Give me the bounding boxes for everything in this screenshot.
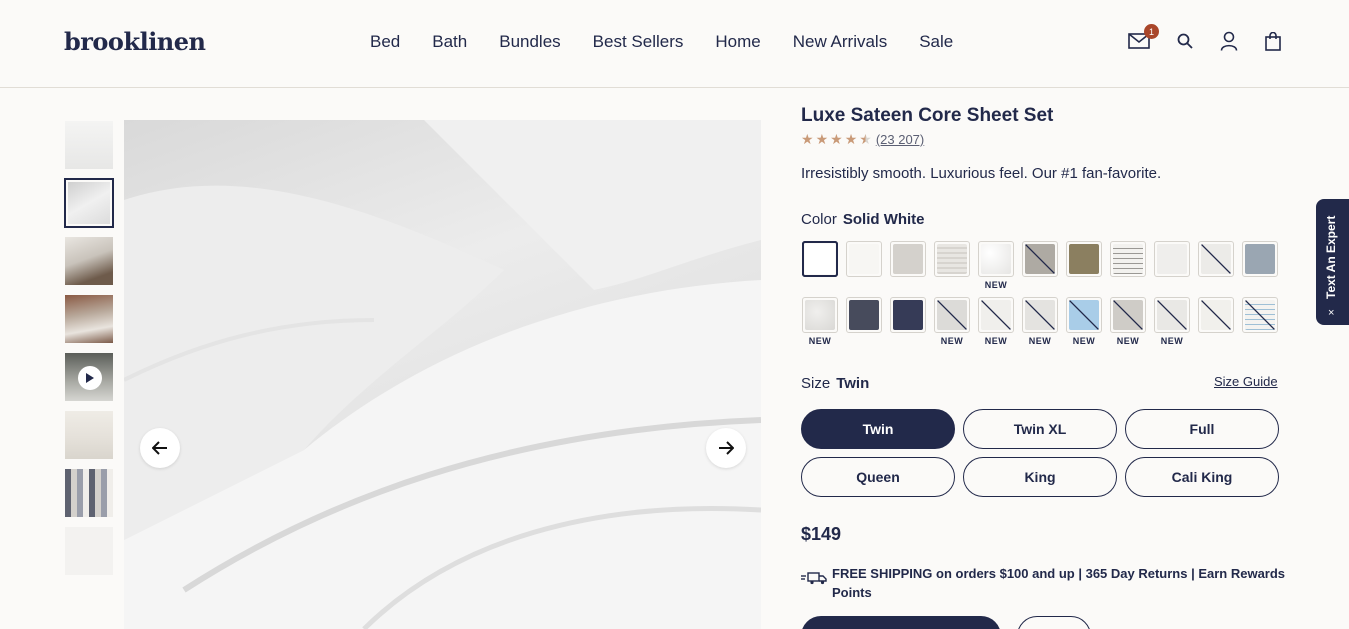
swatch[interactable] <box>934 297 970 333</box>
nav-bath[interactable]: Bath <box>432 32 467 52</box>
search-icon[interactable] <box>1175 30 1195 52</box>
new-tag: NEW <box>984 280 1008 290</box>
main-nav: Bed Bath Bundles Best Sellers Home New A… <box>370 32 953 52</box>
new-tag: NEW <box>1028 336 1052 346</box>
product-tagline: Irresistibly smooth. Luxurious feel. Our… <box>801 165 1162 182</box>
size-selection-label: Size Twin <box>801 375 869 392</box>
nav-bundles[interactable]: Bundles <box>499 32 560 52</box>
review-count-link[interactable]: (23 207) <box>876 132 924 147</box>
swatch[interactable] <box>978 241 1014 277</box>
nav-sale[interactable]: Sale <box>919 32 953 52</box>
size-twin-button[interactable]: Twin <box>801 409 955 449</box>
product-main-image[interactable] <box>124 120 761 629</box>
new-tag: NEW <box>1160 336 1184 346</box>
swatch-solid-white[interactable] <box>802 241 838 277</box>
thumbnail[interactable] <box>64 120 114 170</box>
size-twin-xl-button[interactable]: Twin XL <box>963 409 1117 449</box>
site-header: brooklinen Bed Bath Bundles Best Sellers… <box>0 0 1349 88</box>
wishlist-button[interactable] <box>1017 616 1091 629</box>
swatch[interactable] <box>802 297 838 333</box>
swatch[interactable] <box>1066 241 1102 277</box>
thumbnail-video[interactable] <box>64 352 114 402</box>
swatch[interactable] <box>1242 241 1278 277</box>
account-icon[interactable] <box>1219 30 1239 52</box>
text-an-expert-label: Text An Expert <box>1324 215 1338 299</box>
close-icon[interactable]: × <box>1328 307 1334 319</box>
size-label: Size <box>801 375 831 392</box>
new-tag: NEW <box>1116 336 1140 346</box>
swatch[interactable] <box>890 297 926 333</box>
sheet-photo <box>124 120 761 629</box>
color-label: Color <box>801 211 837 228</box>
nav-home[interactable]: Home <box>715 32 760 52</box>
swatch[interactable] <box>1110 297 1146 333</box>
product-rating[interactable]: ★ ★ ★ ★ ★ (23 207) <box>801 131 924 147</box>
new-tag: NEW <box>984 336 1008 346</box>
swatch[interactable] <box>846 241 882 277</box>
color-selection-label: Color Solid White <box>801 211 925 228</box>
play-icon <box>78 366 102 390</box>
header-icons: 1 <box>1127 24 1283 52</box>
thumbnail[interactable] <box>64 410 114 460</box>
product-title: Luxe Sateen Core Sheet Set <box>801 105 1054 126</box>
star-icon: ★ <box>844 131 858 147</box>
thumbnail[interactable] <box>64 294 114 344</box>
swatch[interactable] <box>1110 241 1146 277</box>
size-cali-king-button[interactable]: Cali King <box>1125 457 1279 497</box>
star-icon: ★ <box>830 131 843 147</box>
thumbnail[interactable] <box>64 468 114 518</box>
thumbnail-active[interactable] <box>64 178 114 228</box>
swatch[interactable] <box>1154 241 1190 277</box>
half-star-icon: ★ <box>859 131 872 147</box>
text-an-expert-tab[interactable]: Text An Expert × <box>1316 199 1349 325</box>
shipping-info: FREE SHIPPING on orders $100 and up | 36… <box>832 566 1286 600</box>
new-tag: NEW <box>1072 336 1096 346</box>
prev-image-button[interactable] <box>140 428 180 468</box>
brand-logo[interactable]: brooklinen <box>64 27 206 56</box>
size-queen-button[interactable]: Queen <box>801 457 955 497</box>
swatch[interactable] <box>1154 297 1190 333</box>
swatch[interactable] <box>978 297 1014 333</box>
arrow-right-icon <box>719 441 734 455</box>
next-image-button[interactable] <box>706 428 746 468</box>
star-icon: ★ <box>801 131 814 147</box>
add-to-cart-button[interactable] <box>801 616 1001 629</box>
thumbnail[interactable] <box>64 236 114 286</box>
size-guide-link[interactable]: Size Guide <box>1214 374 1278 389</box>
nav-new-arrivals[interactable]: New Arrivals <box>793 32 887 52</box>
color-value: Solid White <box>842 211 925 228</box>
thumbnail-list <box>64 120 116 584</box>
swatch[interactable] <box>934 241 970 277</box>
size-full-button[interactable]: Full <box>1125 409 1279 449</box>
swatch[interactable] <box>1022 241 1058 277</box>
mail-icon[interactable]: 1 <box>1127 24 1159 52</box>
swatch[interactable] <box>890 241 926 277</box>
nav-best-sellers[interactable]: Best Sellers <box>593 32 684 52</box>
star-icon: ★ <box>815 131 829 147</box>
nav-bed[interactable]: Bed <box>370 32 400 52</box>
product-price: $149 <box>801 524 842 544</box>
size-value: Twin <box>836 375 870 392</box>
new-tag: NEW <box>808 336 832 346</box>
size-king-button[interactable]: King <box>963 457 1117 497</box>
thumbnail[interactable] <box>64 526 114 576</box>
swatch[interactable] <box>1066 297 1102 333</box>
swatch[interactable] <box>1022 297 1058 333</box>
swatch[interactable] <box>1242 297 1278 333</box>
swatch[interactable] <box>1198 241 1234 277</box>
shipping-truck-icon <box>801 571 827 590</box>
new-tag: NEW <box>940 336 964 346</box>
arrow-left-icon <box>152 441 167 455</box>
swatch[interactable] <box>1198 297 1234 333</box>
cart-icon[interactable] <box>1263 30 1283 52</box>
mail-badge: 1 <box>1144 24 1159 39</box>
swatch[interactable] <box>846 297 882 333</box>
